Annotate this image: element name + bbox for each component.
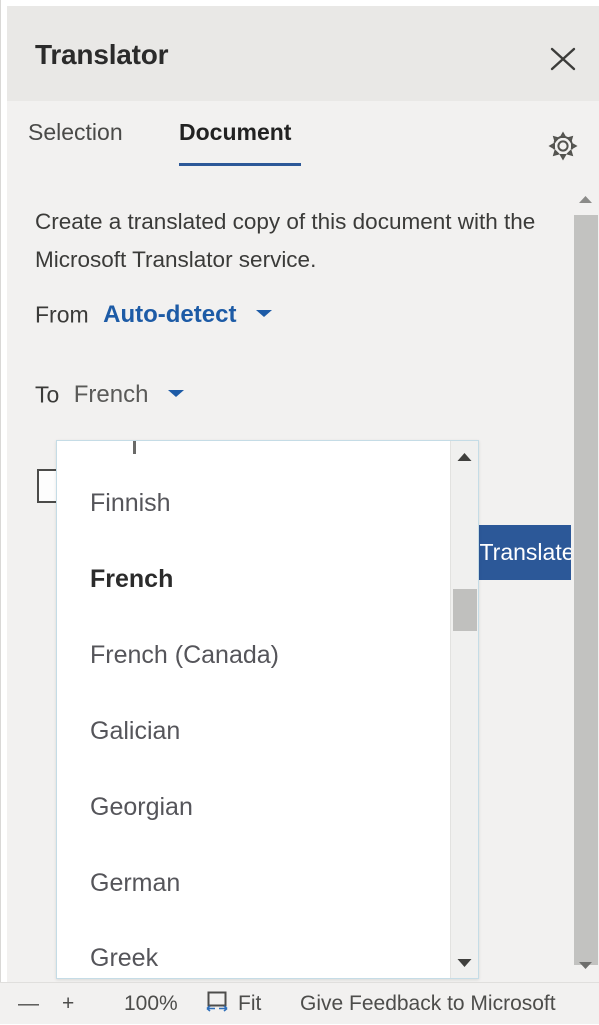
chevron-down-icon[interactable] <box>165 386 187 405</box>
pane-tabs: Selection Document <box>7 101 599 181</box>
to-label: To <box>35 382 59 408</box>
pane-description: Create a translated copy of this documen… <box>35 203 565 279</box>
list-item[interactable]: Greek <box>90 944 158 973</box>
from-language-value[interactable]: Auto-detect <box>103 301 236 328</box>
fit-page-button[interactable]: Fit <box>204 983 261 1025</box>
zoom-in-button[interactable]: + <box>62 983 74 1025</box>
pane-header: Translator <box>7 6 599 101</box>
give-feedback-link[interactable]: Give Feedback to Microsoft <box>300 983 556 1025</box>
zoom-level-label[interactable]: 100% <box>124 983 178 1025</box>
triangle-down-icon[interactable] <box>451 952 478 974</box>
language-option-list: Finnish French French (Canada) Galician … <box>57 441 450 978</box>
close-icon[interactable] <box>541 39 585 79</box>
tab-selection[interactable]: Selection <box>28 119 123 146</box>
triangle-up-icon[interactable] <box>451 446 478 468</box>
fit-page-label: Fit <box>238 992 261 1016</box>
translator-task-pane-screen: Translator Selection Document <box>0 0 599 1024</box>
status-bar: — + 100% Fit Give Feedback to Microsoft <box>0 982 599 1024</box>
list-item[interactable]: French <box>90 565 173 594</box>
triangle-up-icon[interactable] <box>571 189 599 211</box>
page-title: Translator <box>35 39 168 71</box>
dropdown-vertical-scrollbar[interactable] <box>450 441 478 978</box>
gear-icon[interactable] <box>543 126 583 166</box>
tab-active-indicator <box>179 163 301 166</box>
list-item[interactable]: German <box>90 869 180 898</box>
list-item[interactable]: Finnish <box>90 489 171 518</box>
triangle-down-icon[interactable] <box>571 954 599 976</box>
list-item[interactable]: Galician <box>90 717 180 746</box>
to-language-value[interactable]: French <box>74 381 149 408</box>
from-label: From <box>35 302 89 328</box>
zoom-out-button[interactable]: — <box>18 983 39 1025</box>
list-item[interactable]: French (Canada) <box>90 641 279 670</box>
chevron-down-icon[interactable] <box>253 306 275 325</box>
language-dropdown-popup: Finnish French French (Canada) Galician … <box>56 440 479 979</box>
pane-vertical-scrollbar[interactable] <box>571 181 599 982</box>
pane-scrollbar-thumb[interactable] <box>574 215 598 965</box>
from-language-row: From Auto-detect <box>35 301 275 329</box>
list-item[interactable]: Georgian <box>90 793 193 822</box>
dropdown-scrollbar-thumb[interactable] <box>453 589 477 631</box>
tab-document[interactable]: Document <box>179 119 291 146</box>
fit-page-icon <box>204 989 230 1019</box>
to-language-row: To French <box>35 381 187 409</box>
